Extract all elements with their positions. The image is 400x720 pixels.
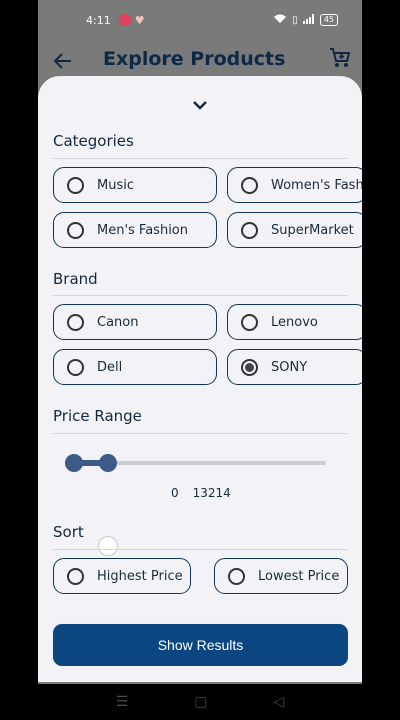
status-bar: 4:11 ♥ ▯ 45 (38, 0, 362, 40)
radio-icon[interactable] (67, 221, 84, 239)
radio-icon[interactable] (241, 313, 258, 331)
sort-option-lowest-price[interactable]: Lowest Price (214, 558, 348, 594)
option-label: SuperMarket (271, 222, 354, 238)
notification-icon (118, 14, 131, 26)
divider (53, 158, 348, 159)
sort-title: Sort (53, 523, 84, 541)
radio-icon[interactable] (241, 221, 258, 239)
brand-option-canon[interactable]: Canon (53, 304, 217, 340)
option-label: Men's Fashion (97, 222, 188, 238)
back-icon[interactable]: ◁ (274, 694, 285, 710)
status-icons: ▯ 45 (273, 13, 338, 27)
category-option-music[interactable]: Music (53, 167, 217, 203)
option-label: Canon (97, 314, 139, 330)
radio-icon[interactable] (67, 313, 84, 331)
wifi-icon (273, 14, 287, 27)
signal-icon (302, 13, 315, 27)
category-option-mens-fashion[interactable]: Men's Fashion (53, 212, 217, 248)
system-nav-bar: ☰ ▢ ◁ (0, 684, 400, 720)
radio-checked-icon[interactable] (241, 358, 258, 376)
page-title: Explore Products (103, 48, 286, 70)
cart-icon[interactable] (328, 46, 352, 74)
option-label: Women's Fashion (271, 177, 362, 193)
divider (53, 295, 348, 296)
status-time: 4:11 (86, 13, 111, 27)
price-range-title: Price Range (53, 407, 142, 425)
menu-icon[interactable]: ☰ (116, 694, 129, 710)
price-slider-max-thumb[interactable] (99, 454, 117, 472)
option-label: Lowest Price (258, 568, 340, 584)
option-label: SONY (271, 359, 308, 375)
divider (53, 549, 348, 550)
price-max-value: 13214 (192, 486, 231, 500)
show-results-button[interactable]: Show Results (53, 624, 348, 666)
sort-option-highest-price[interactable]: Highest Price (53, 558, 191, 594)
category-option-supermarket[interactable]: SuperMarket (227, 212, 362, 248)
brand-option-sony[interactable]: SONY (227, 349, 362, 385)
brand-title: Brand (53, 270, 98, 288)
option-label: Highest Price (97, 568, 183, 584)
home-icon[interactable]: ▢ (194, 694, 207, 710)
radio-icon[interactable] (67, 358, 84, 376)
price-range-values: 0 13214 (171, 486, 231, 500)
sim-icon: ▯ (292, 14, 298, 26)
chevron-down-icon[interactable] (192, 96, 208, 115)
price-slider-min-thumb[interactable] (65, 454, 83, 472)
brand-option-lenovo[interactable]: Lenovo (227, 304, 362, 340)
category-option-womens-fashion[interactable]: Women's Fashion (227, 167, 362, 203)
back-arrow-icon[interactable] (53, 50, 72, 74)
radio-icon[interactable] (67, 567, 84, 585)
heart-icon: ♥ (134, 13, 145, 27)
battery-icon: 45 (319, 14, 338, 26)
touch-indicator (98, 536, 118, 556)
filter-bottom-sheet: Categories Music Women's Fashion Men's F… (38, 76, 362, 682)
radio-icon[interactable] (241, 176, 258, 194)
option-label: Lenovo (271, 314, 318, 330)
price-min-value: 0 (171, 486, 179, 500)
categories-title: Categories (53, 132, 134, 150)
brand-option-dell[interactable]: Dell (53, 349, 217, 385)
radio-icon[interactable] (228, 567, 245, 585)
divider (53, 433, 348, 434)
option-label: Dell (97, 359, 123, 375)
radio-icon[interactable] (67, 176, 84, 194)
option-label: Music (97, 177, 134, 193)
